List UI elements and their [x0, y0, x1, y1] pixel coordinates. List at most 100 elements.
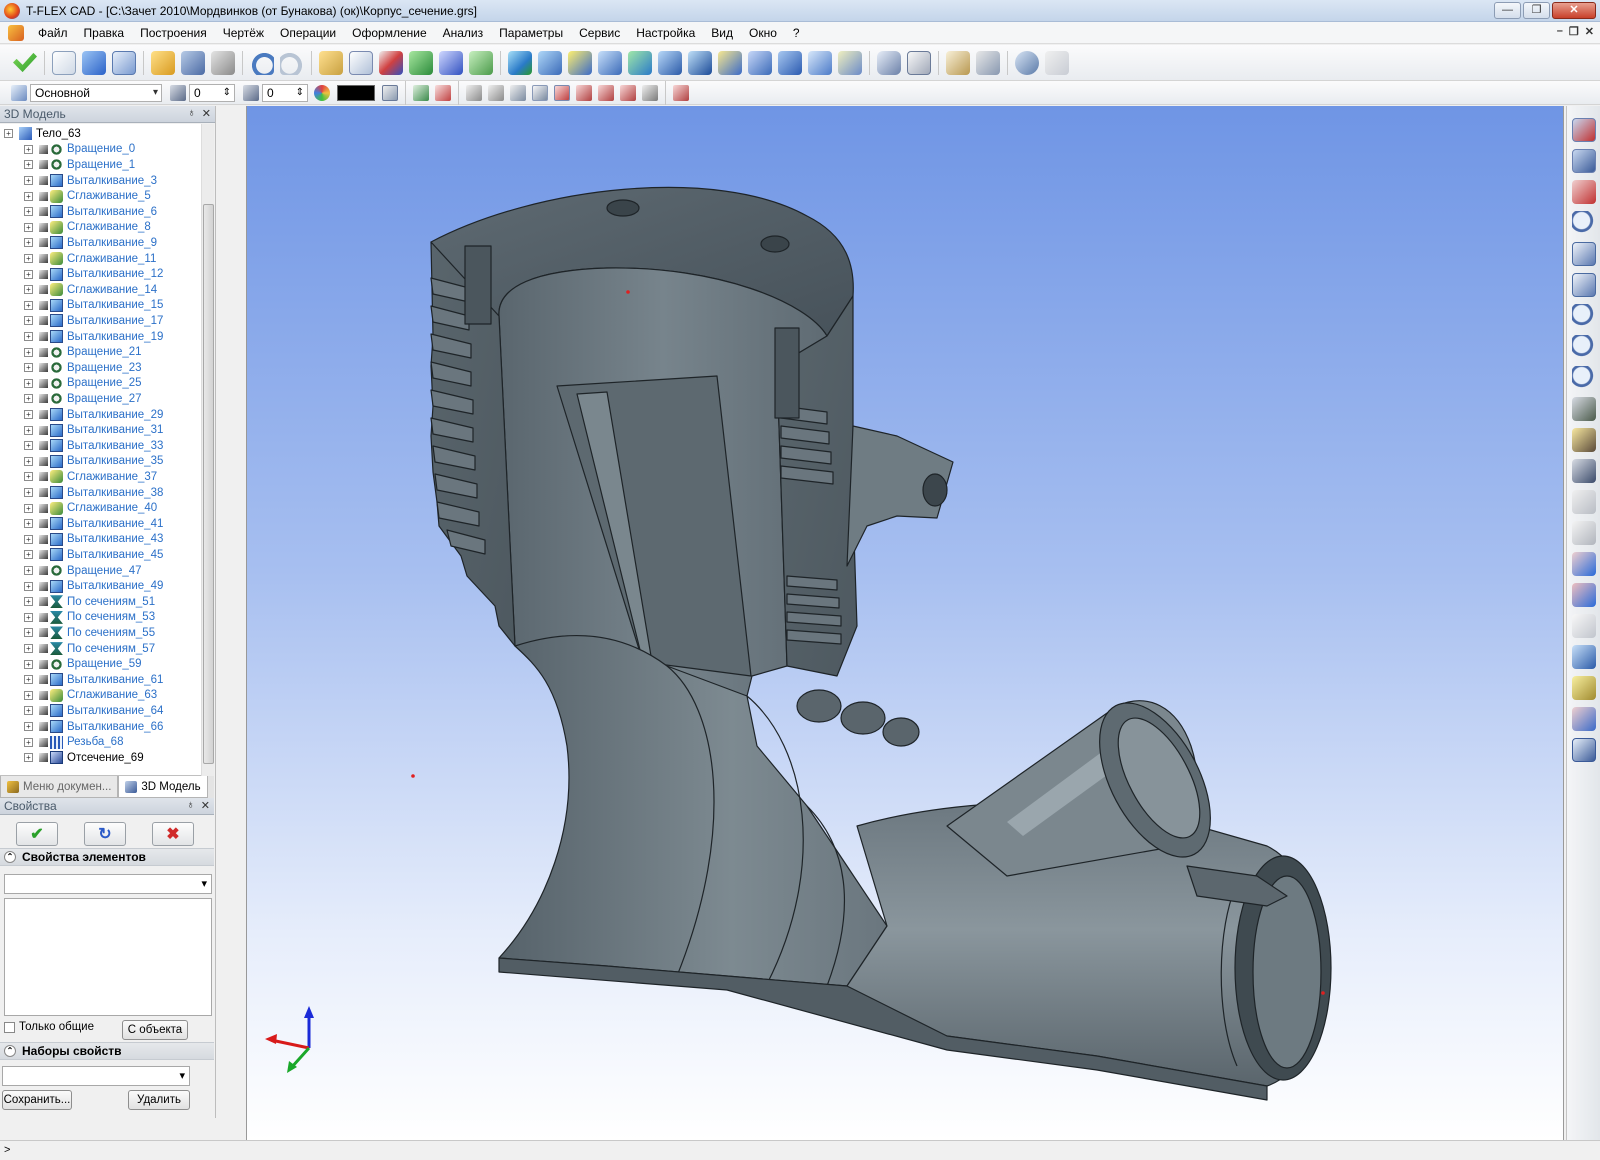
- tree-item[interactable]: + Вращение_25: [24, 376, 142, 392]
- expand-icon[interactable]: +: [24, 737, 33, 747]
- delete-set-button[interactable]: Удалить: [128, 1090, 190, 1110]
- tree-item[interactable]: + Выталкивание_41: [24, 516, 163, 532]
- tree-item[interactable]: + Выталкивание_33: [24, 438, 163, 454]
- sweep-icon[interactable]: [658, 50, 682, 75]
- tree-item[interactable]: + Резьба_68: [24, 734, 123, 750]
- expand-icon[interactable]: +: [24, 659, 33, 669]
- dimension-icon[interactable]: [907, 50, 931, 75]
- snap-tool-icon-11[interactable]: [642, 84, 658, 101]
- tree-item[interactable]: + Выталкивание_6: [24, 204, 157, 220]
- menu-window[interactable]: Окно: [741, 22, 785, 44]
- zoom-out-icon[interactable]: [1571, 335, 1596, 359]
- mdi-minimize-button[interactable]: –: [1557, 25, 1563, 38]
- tree-item[interactable]: + Сглаживание_37: [24, 469, 157, 485]
- expand-icon[interactable]: +: [4, 129, 13, 139]
- snap-tool-icon-12[interactable]: [673, 84, 689, 101]
- tree-item[interactable]: + Выталкивание_9: [24, 235, 157, 251]
- collapse-chevron-icon-2[interactable]: ⌃: [4, 1045, 16, 1057]
- expand-icon[interactable]: +: [24, 644, 33, 654]
- tab-3d-model[interactable]: 3D Модель: [118, 776, 208, 798]
- expand-icon[interactable]: +: [24, 612, 33, 622]
- plane-view-icon[interactable]: [1571, 614, 1596, 638]
- sketch-icon[interactable]: [469, 50, 493, 75]
- shaded-cube-icon[interactable]: [1571, 645, 1596, 669]
- expand-icon[interactable]: +: [24, 160, 33, 170]
- expand-icon[interactable]: +: [24, 410, 33, 420]
- snap-tool-icon-9[interactable]: [598, 84, 614, 101]
- rotate-view-icon[interactable]: [1571, 428, 1596, 452]
- element-properties-list[interactable]: [4, 898, 212, 1016]
- open-folder-icon[interactable]: [151, 50, 175, 75]
- magnet-snap-icon[interactable]: [1571, 118, 1596, 142]
- tree-item[interactable]: + Сглаживание_11: [24, 251, 156, 267]
- mdi-close-button[interactable]: ✕: [1585, 25, 1594, 38]
- expand-icon[interactable]: +: [24, 300, 33, 310]
- menu-operations[interactable]: Операции: [272, 22, 344, 44]
- expand-icon[interactable]: +: [24, 378, 33, 388]
- expand-icon[interactable]: +: [24, 238, 33, 248]
- expand-icon[interactable]: +: [24, 176, 33, 186]
- tree-item[interactable]: + Выталкивание_31: [24, 422, 163, 438]
- undo-icon[interactable]: [250, 50, 274, 75]
- section-shield-icon[interactable]: [877, 50, 901, 75]
- menu-analysis[interactable]: Анализ: [435, 22, 492, 44]
- tree-item[interactable]: + Выталкивание_17: [24, 313, 163, 329]
- measure-view-icon[interactable]: [1571, 459, 1596, 483]
- new-document-icon[interactable]: [52, 50, 76, 75]
- tree-item[interactable]: + Выталкивание_64: [24, 703, 163, 719]
- expand-icon[interactable]: +: [24, 675, 33, 685]
- close-panel-icon[interactable]: ✕: [202, 107, 211, 120]
- tree-item[interactable]: + По сечениям_57: [24, 641, 155, 657]
- expand-icon[interactable]: +: [24, 753, 33, 763]
- snap-tool-icon-7[interactable]: [554, 84, 570, 101]
- tree-item[interactable]: + Выталкивание_15: [24, 298, 163, 314]
- calculator-icon[interactable]: [976, 50, 1000, 75]
- menu-drawing[interactable]: Чертёж: [215, 22, 272, 44]
- properties-close-icon[interactable]: ✕: [201, 799, 210, 812]
- wire-cube-icon[interactable]: [1571, 676, 1596, 700]
- tree-scrollbar[interactable]: [201, 124, 214, 776]
- priority-spinner[interactable]: 0: [262, 83, 308, 102]
- check-double-cube-icon[interactable]: [1571, 583, 1596, 607]
- print-icon[interactable]: [211, 50, 235, 75]
- tree-item[interactable]: + Вращение_1: [24, 157, 135, 173]
- menu-edit[interactable]: Правка: [76, 22, 133, 44]
- expand-icon[interactable]: +: [24, 254, 33, 264]
- tree-item[interactable]: + Выталкивание_19: [24, 329, 163, 345]
- property-sets-combo[interactable]: [2, 1066, 190, 1086]
- tree-item[interactable]: + Выталкивание_43: [24, 532, 163, 548]
- cancel-button[interactable]: ✖: [152, 822, 194, 846]
- layer-icon[interactable]: [11, 84, 27, 101]
- expand-icon[interactable]: +: [24, 144, 33, 154]
- expand-icon[interactable]: +: [24, 191, 33, 201]
- maximize-button[interactable]: ❐: [1523, 2, 1550, 19]
- tree-scroll-thumb[interactable]: [203, 204, 214, 764]
- snap-grid-icon[interactable]: [1571, 149, 1596, 173]
- menu-help[interactable]: ?: [785, 22, 808, 44]
- properties-pin-icon[interactable]: ♁: [187, 799, 195, 812]
- expand-icon[interactable]: +: [24, 722, 33, 732]
- snap-tool-icon-8[interactable]: [576, 84, 592, 101]
- tflex-app-icon[interactable]: [4, 2, 20, 19]
- expand-icon[interactable]: +: [24, 503, 33, 513]
- tree-item[interactable]: + Вращение_59: [24, 656, 142, 672]
- expand-icon[interactable]: +: [24, 597, 33, 607]
- expand-icon[interactable]: +: [24, 285, 33, 295]
- check-blue-cube-icon[interactable]: [1571, 552, 1596, 576]
- properties-doc-icon[interactable]: [946, 50, 970, 75]
- expand-icon[interactable]: +: [24, 456, 33, 466]
- expand-icon[interactable]: +: [24, 363, 33, 373]
- tree-item[interactable]: + Выталкивание_61: [24, 672, 163, 688]
- new-drawing-icon[interactable]: [112, 50, 136, 75]
- tree-item[interactable]: + Вращение_47: [24, 563, 142, 579]
- layer-select[interactable]: Основной: [30, 83, 162, 102]
- paperclip-icon[interactable]: [1015, 50, 1039, 75]
- shell-icon[interactable]: [568, 50, 592, 75]
- tree-item[interactable]: + Вращение_23: [24, 360, 142, 376]
- tree-item[interactable]: + Выталкивание_12: [24, 266, 163, 282]
- expand-icon[interactable]: +: [24, 581, 33, 591]
- expand-icon[interactable]: +: [24, 441, 33, 451]
- menu-view[interactable]: Вид: [703, 22, 741, 44]
- expand-icon[interactable]: +: [24, 207, 33, 217]
- tree-item[interactable]: + Сглаживание_8: [24, 220, 151, 236]
